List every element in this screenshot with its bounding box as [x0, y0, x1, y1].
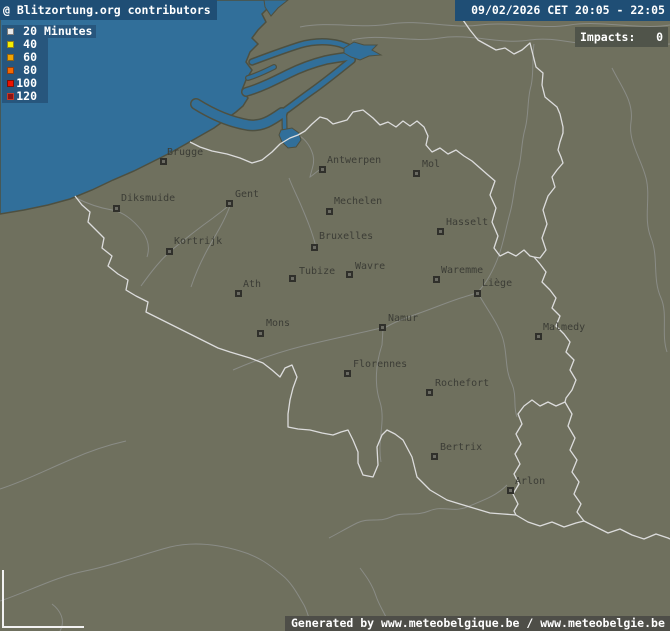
city-marker-icon [433, 276, 440, 283]
city-label: Tubize [299, 266, 335, 278]
city-label: Waremme [441, 265, 483, 277]
legend-color-swatch-icon [7, 93, 14, 100]
city-marker-icon [113, 205, 120, 212]
attribution-text: @ Blitzortung.org contributors [3, 3, 211, 17]
city-marker-icon [257, 330, 264, 337]
legend-color-swatch-icon [7, 41, 14, 48]
city-label: Diksmuide [121, 193, 175, 205]
city-label: Antwerpen [327, 155, 381, 167]
city-label: Mons [266, 318, 290, 330]
scale-mark-horizontal [2, 626, 84, 628]
legend-color-swatch-icon [7, 67, 14, 74]
city-marker-icon [431, 453, 438, 460]
city-label: Liège [482, 278, 512, 290]
impacts-value: 0 [656, 27, 663, 47]
legend-row: 20 Minutes [2, 25, 96, 38]
city-label: Arlon [515, 476, 545, 488]
city-label: Florennes [353, 359, 407, 371]
city-label: Malmedy [543, 322, 585, 334]
city-marker-icon [226, 200, 233, 207]
city-marker-icon [166, 248, 173, 255]
legend-unit-label: Minutes [44, 25, 92, 38]
lightning-map-app: Brugge Diksmuide Gent Kortrijk Antwerpen… [0, 0, 670, 631]
city-marker-icon [235, 290, 242, 297]
city-marker-icon [535, 333, 542, 340]
city-label: Gent [235, 189, 259, 201]
footer-text: Generated by www.meteobelgique.be / www.… [291, 616, 665, 630]
city-marker-icon [379, 324, 386, 331]
scale-mark-vertical [2, 570, 4, 628]
legend-color-swatch-icon [7, 28, 14, 35]
city-label: Mol [422, 159, 440, 171]
city-marker-icon [319, 166, 326, 173]
city-label: Brugge [167, 147, 203, 159]
city-marker-icon [160, 158, 167, 165]
city-marker-icon [437, 228, 444, 235]
legend-color-swatch-icon [7, 80, 14, 87]
legend-minutes-value: 120 [14, 90, 37, 103]
datetime-bar: 09/02/2026 CET 20:05 - 22:05 [455, 0, 670, 21]
city-label: Wavre [355, 261, 385, 273]
legend: 20 Minutes 40 60 80 100 120 [2, 25, 96, 103]
city-label: Bruxelles [319, 231, 373, 243]
city-layer: Brugge Diksmuide Gent Kortrijk Antwerpen… [0, 0, 670, 631]
city-label: Kortrijk [174, 236, 222, 248]
city-marker-icon [346, 271, 353, 278]
city-marker-icon [413, 170, 420, 177]
city-label: Mechelen [334, 196, 382, 208]
city-marker-icon [289, 275, 296, 282]
city-label: Namur [388, 313, 418, 325]
city-marker-icon [326, 208, 333, 215]
city-marker-icon [426, 389, 433, 396]
city-label: Ath [243, 279, 261, 291]
city-label: Rochefort [435, 378, 489, 390]
legend-color-swatch-icon [7, 54, 14, 61]
city-marker-icon [344, 370, 351, 377]
footer-bar: Generated by www.meteobelgique.be / www.… [285, 616, 670, 631]
city-marker-icon [474, 290, 481, 297]
city-label: Hasselt [446, 217, 488, 229]
impacts-box: Impacts: 0 [575, 27, 668, 47]
legend-row: 120 [2, 90, 48, 103]
datetime-text: 09/02/2026 CET 20:05 - 22:05 [471, 3, 665, 17]
city-marker-icon [311, 244, 318, 251]
attribution-bar: @ Blitzortung.org contributors [0, 0, 217, 20]
impacts-label: Impacts: [580, 27, 635, 47]
city-marker-icon [507, 487, 514, 494]
city-label: Bertrix [440, 442, 482, 454]
